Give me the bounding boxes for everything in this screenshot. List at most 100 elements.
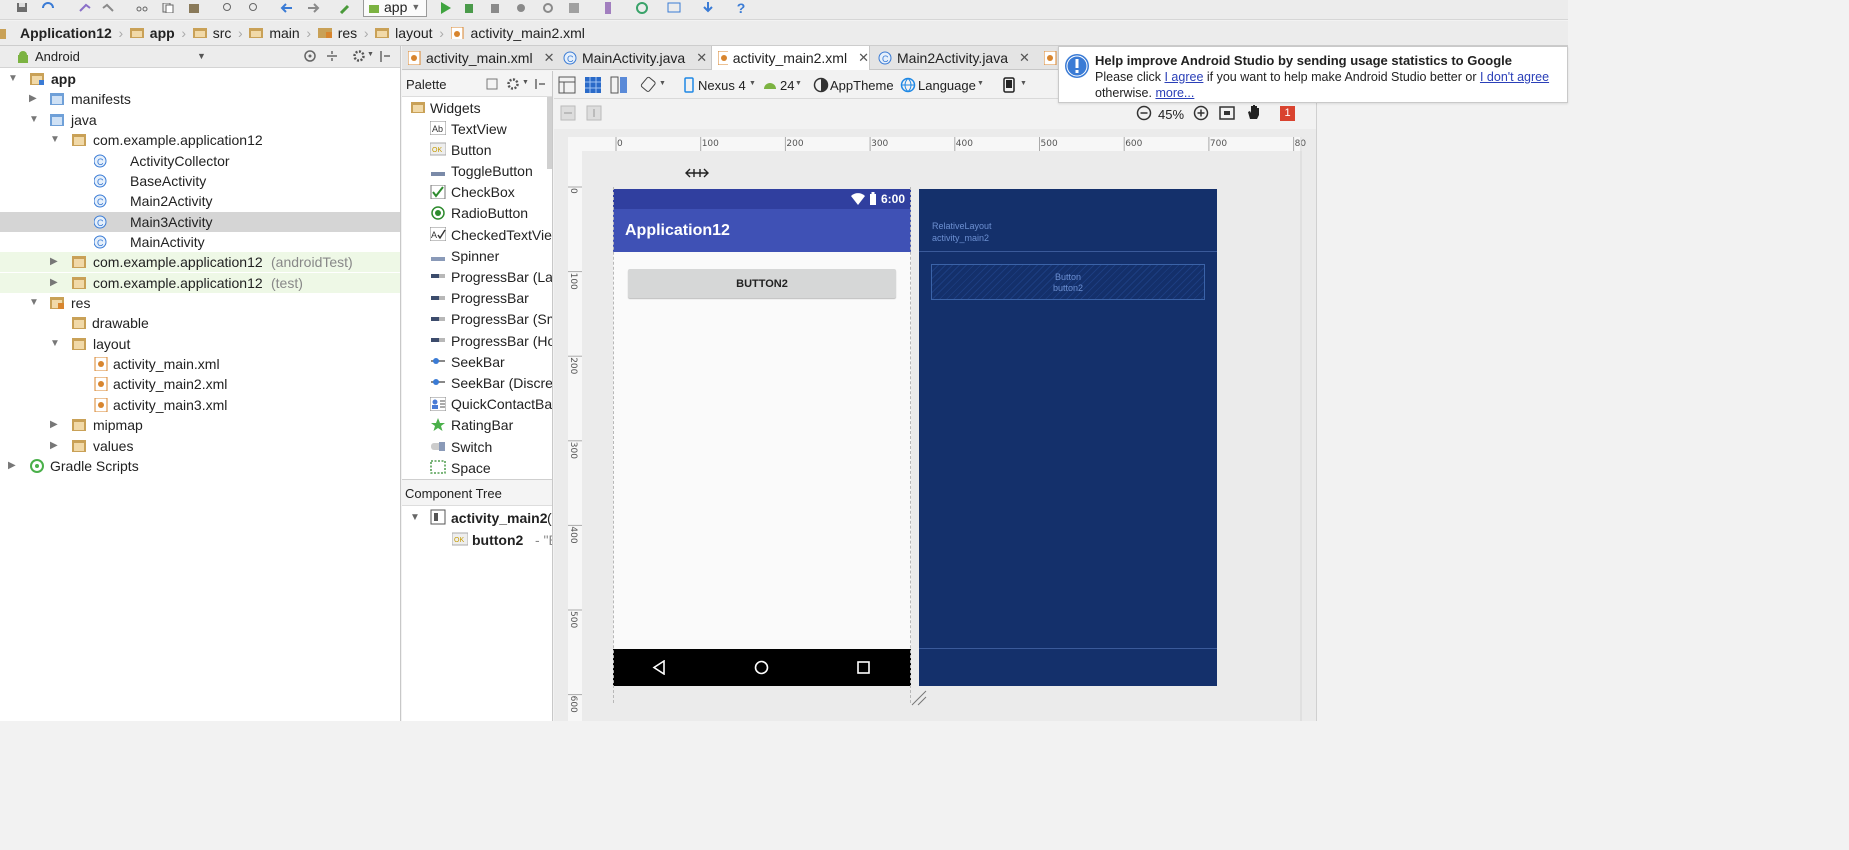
sdk-manager-icon[interactable]	[634, 0, 650, 16]
theme-select[interactable]: AppTheme	[830, 78, 894, 93]
api-level-select[interactable]: 24	[780, 78, 794, 93]
tree-item[interactable]: ▼ app	[0, 69, 400, 89]
palette-scrollbar[interactable]	[547, 97, 552, 169]
tree-item[interactable]: ▼ res	[0, 293, 400, 313]
chevron-down-icon[interactable]: ▼	[522, 79, 529, 86]
palette-item[interactable]: ToggleButton	[402, 160, 552, 181]
forward-icon[interactable]	[305, 0, 321, 16]
component-tree-child[interactable]: OK button2 - "Bu	[402, 529, 552, 550]
collapsed-arrow-icon[interactable]: ▶	[50, 256, 60, 267]
sync-icon[interactable]	[40, 0, 56, 16]
pack-vertical-icon[interactable]	[586, 105, 602, 121]
download-icon[interactable]	[700, 0, 716, 16]
chevron-down-icon[interactable]: ▼	[749, 80, 756, 87]
palette-item[interactable]: A CheckedTextView	[402, 224, 552, 245]
tree-item[interactable]: ▶ manifests	[0, 89, 400, 109]
tab-main2activity-java[interactable]: C Main2Activity.java ✕	[872, 46, 1037, 70]
zoom-to-fit-icon[interactable]	[1219, 105, 1235, 121]
chevron-down-icon[interactable]: ▼	[367, 51, 374, 58]
debug-icon[interactable]	[461, 0, 477, 16]
tree-item[interactable]: C Main3Activity	[0, 212, 400, 232]
design-view-icon[interactable]	[558, 76, 576, 94]
avd-manager-icon[interactable]	[600, 0, 616, 16]
palette-item[interactable]: ProgressBar (Large)	[402, 266, 552, 287]
palette-item[interactable]: Spinner	[402, 245, 552, 266]
both-views-icon[interactable]	[610, 76, 628, 94]
apply-changes-icon[interactable]	[540, 0, 556, 16]
collapsed-arrow-icon[interactable]: ▶	[50, 440, 60, 451]
close-icon[interactable]: ✕	[544, 50, 555, 66]
breadcrumb-item-app[interactable]: app	[126, 21, 179, 46]
tree-item[interactable]: ▶ com.example.application12 (androidTest)	[0, 252, 400, 272]
tab-mainactivity-java[interactable]: C MainActivity.java ✕	[557, 46, 710, 70]
tree-item[interactable]: C ActivityCollector	[0, 151, 400, 171]
palette-view-icon[interactable]	[486, 78, 498, 90]
hide-panel-icon[interactable]	[378, 49, 393, 64]
redo-icon[interactable]	[100, 0, 116, 16]
run-icon[interactable]	[437, 0, 453, 16]
tree-item[interactable]: ▼ com.example.application12	[0, 130, 400, 150]
zoom-in-icon[interactable]	[1193, 105, 1209, 121]
run-config-select[interactable]: app ▼	[363, 0, 427, 17]
collapsed-arrow-icon[interactable]: ▶	[8, 460, 18, 471]
tab-overflow[interactable]	[1038, 46, 1058, 70]
chevron-down-icon[interactable]: ▼	[659, 80, 666, 87]
breadcrumb-item-layout[interactable]: layout	[371, 21, 436, 46]
tree-item[interactable]: C BaseActivity	[0, 171, 400, 191]
find-icon[interactable]	[220, 0, 236, 16]
copy-icon[interactable]	[160, 0, 176, 16]
palette-item[interactable]: Space	[402, 457, 552, 478]
collapse-all-icon[interactable]	[325, 49, 340, 64]
replace-icon[interactable]	[246, 0, 262, 16]
close-icon[interactable]: ✕	[858, 50, 869, 66]
breadcrumb-item-res[interactable]: res	[314, 21, 361, 46]
breadcrumb-item-file[interactable]: activity_main2.xml	[447, 21, 589, 46]
tab-activity-main2-xml[interactable]: activity_main2.xml ✕	[711, 46, 870, 70]
expanded-arrow-icon[interactable]: ▼	[8, 73, 18, 84]
disagree-link[interactable]: I don't agree	[1480, 70, 1549, 84]
chevron-down-icon[interactable]: ▼	[197, 51, 206, 61]
cut-icon[interactable]	[134, 0, 150, 16]
phone-icon[interactable]	[1003, 77, 1015, 93]
component-tree-root[interactable]: ▼ activity_main2 (	[402, 507, 552, 528]
view-mode-select[interactable]: Android	[35, 49, 80, 64]
tree-item[interactable]: activity_main3.xml	[0, 395, 400, 415]
breadcrumb-item-project[interactable]: Application12	[0, 21, 116, 46]
button2-blueprint[interactable]: Button button2	[931, 264, 1205, 300]
tab-activity-main-xml[interactable]: activity_main.xml ✕	[402, 46, 555, 70]
breadcrumb-item-main[interactable]: main	[245, 21, 303, 46]
profile-icon[interactable]	[487, 0, 503, 16]
tree-item[interactable]: ▼ layout	[0, 334, 400, 354]
more-link[interactable]: more...	[1155, 86, 1194, 100]
palette-item[interactable]: RadioButton	[402, 203, 552, 224]
tree-item[interactable]: C MainActivity	[0, 232, 400, 252]
palette-item[interactable]: SeekBar	[402, 351, 552, 372]
expanded-arrow-icon[interactable]: ▼	[50, 134, 60, 145]
hide-panel-icon[interactable]	[533, 77, 547, 91]
tree-item[interactable]: ▶ mipmap	[0, 415, 400, 435]
resize-handle-icon[interactable]	[910, 689, 930, 707]
attach-debugger-icon[interactable]	[513, 0, 529, 16]
paste-icon[interactable]	[186, 0, 202, 16]
palette-item[interactable]: Ab TextView	[402, 118, 552, 139]
language-select[interactable]: Language	[918, 78, 976, 93]
blueprint-view-icon[interactable]	[584, 76, 602, 94]
palette-category-widgets[interactable]: Widgets	[402, 97, 552, 118]
build-icon[interactable]	[338, 0, 354, 16]
tree-item[interactable]: activity_main.xml	[0, 354, 400, 374]
palette-item[interactable]: SeekBar (Discrete)	[402, 372, 552, 393]
pan-hand-icon[interactable]	[1245, 103, 1263, 121]
breadcrumb-item-src[interactable]: src	[189, 21, 236, 46]
structure-icon[interactable]	[666, 0, 682, 16]
close-icon[interactable]: ✕	[1019, 50, 1030, 66]
palette-item[interactable]: OK Button	[402, 139, 552, 160]
gear-icon[interactable]	[352, 49, 367, 64]
back-icon[interactable]	[279, 0, 295, 16]
collapsed-arrow-icon[interactable]: ▶	[50, 419, 60, 430]
stop-icon[interactable]	[566, 0, 582, 16]
collapsed-arrow-icon[interactable]: ▶	[50, 277, 60, 288]
expanded-arrow-icon[interactable]: ▼	[410, 512, 420, 523]
chevron-down-icon[interactable]: ▼	[977, 80, 984, 87]
close-icon[interactable]: ✕	[696, 50, 707, 66]
chevron-down-icon[interactable]: ▼	[1020, 80, 1027, 87]
